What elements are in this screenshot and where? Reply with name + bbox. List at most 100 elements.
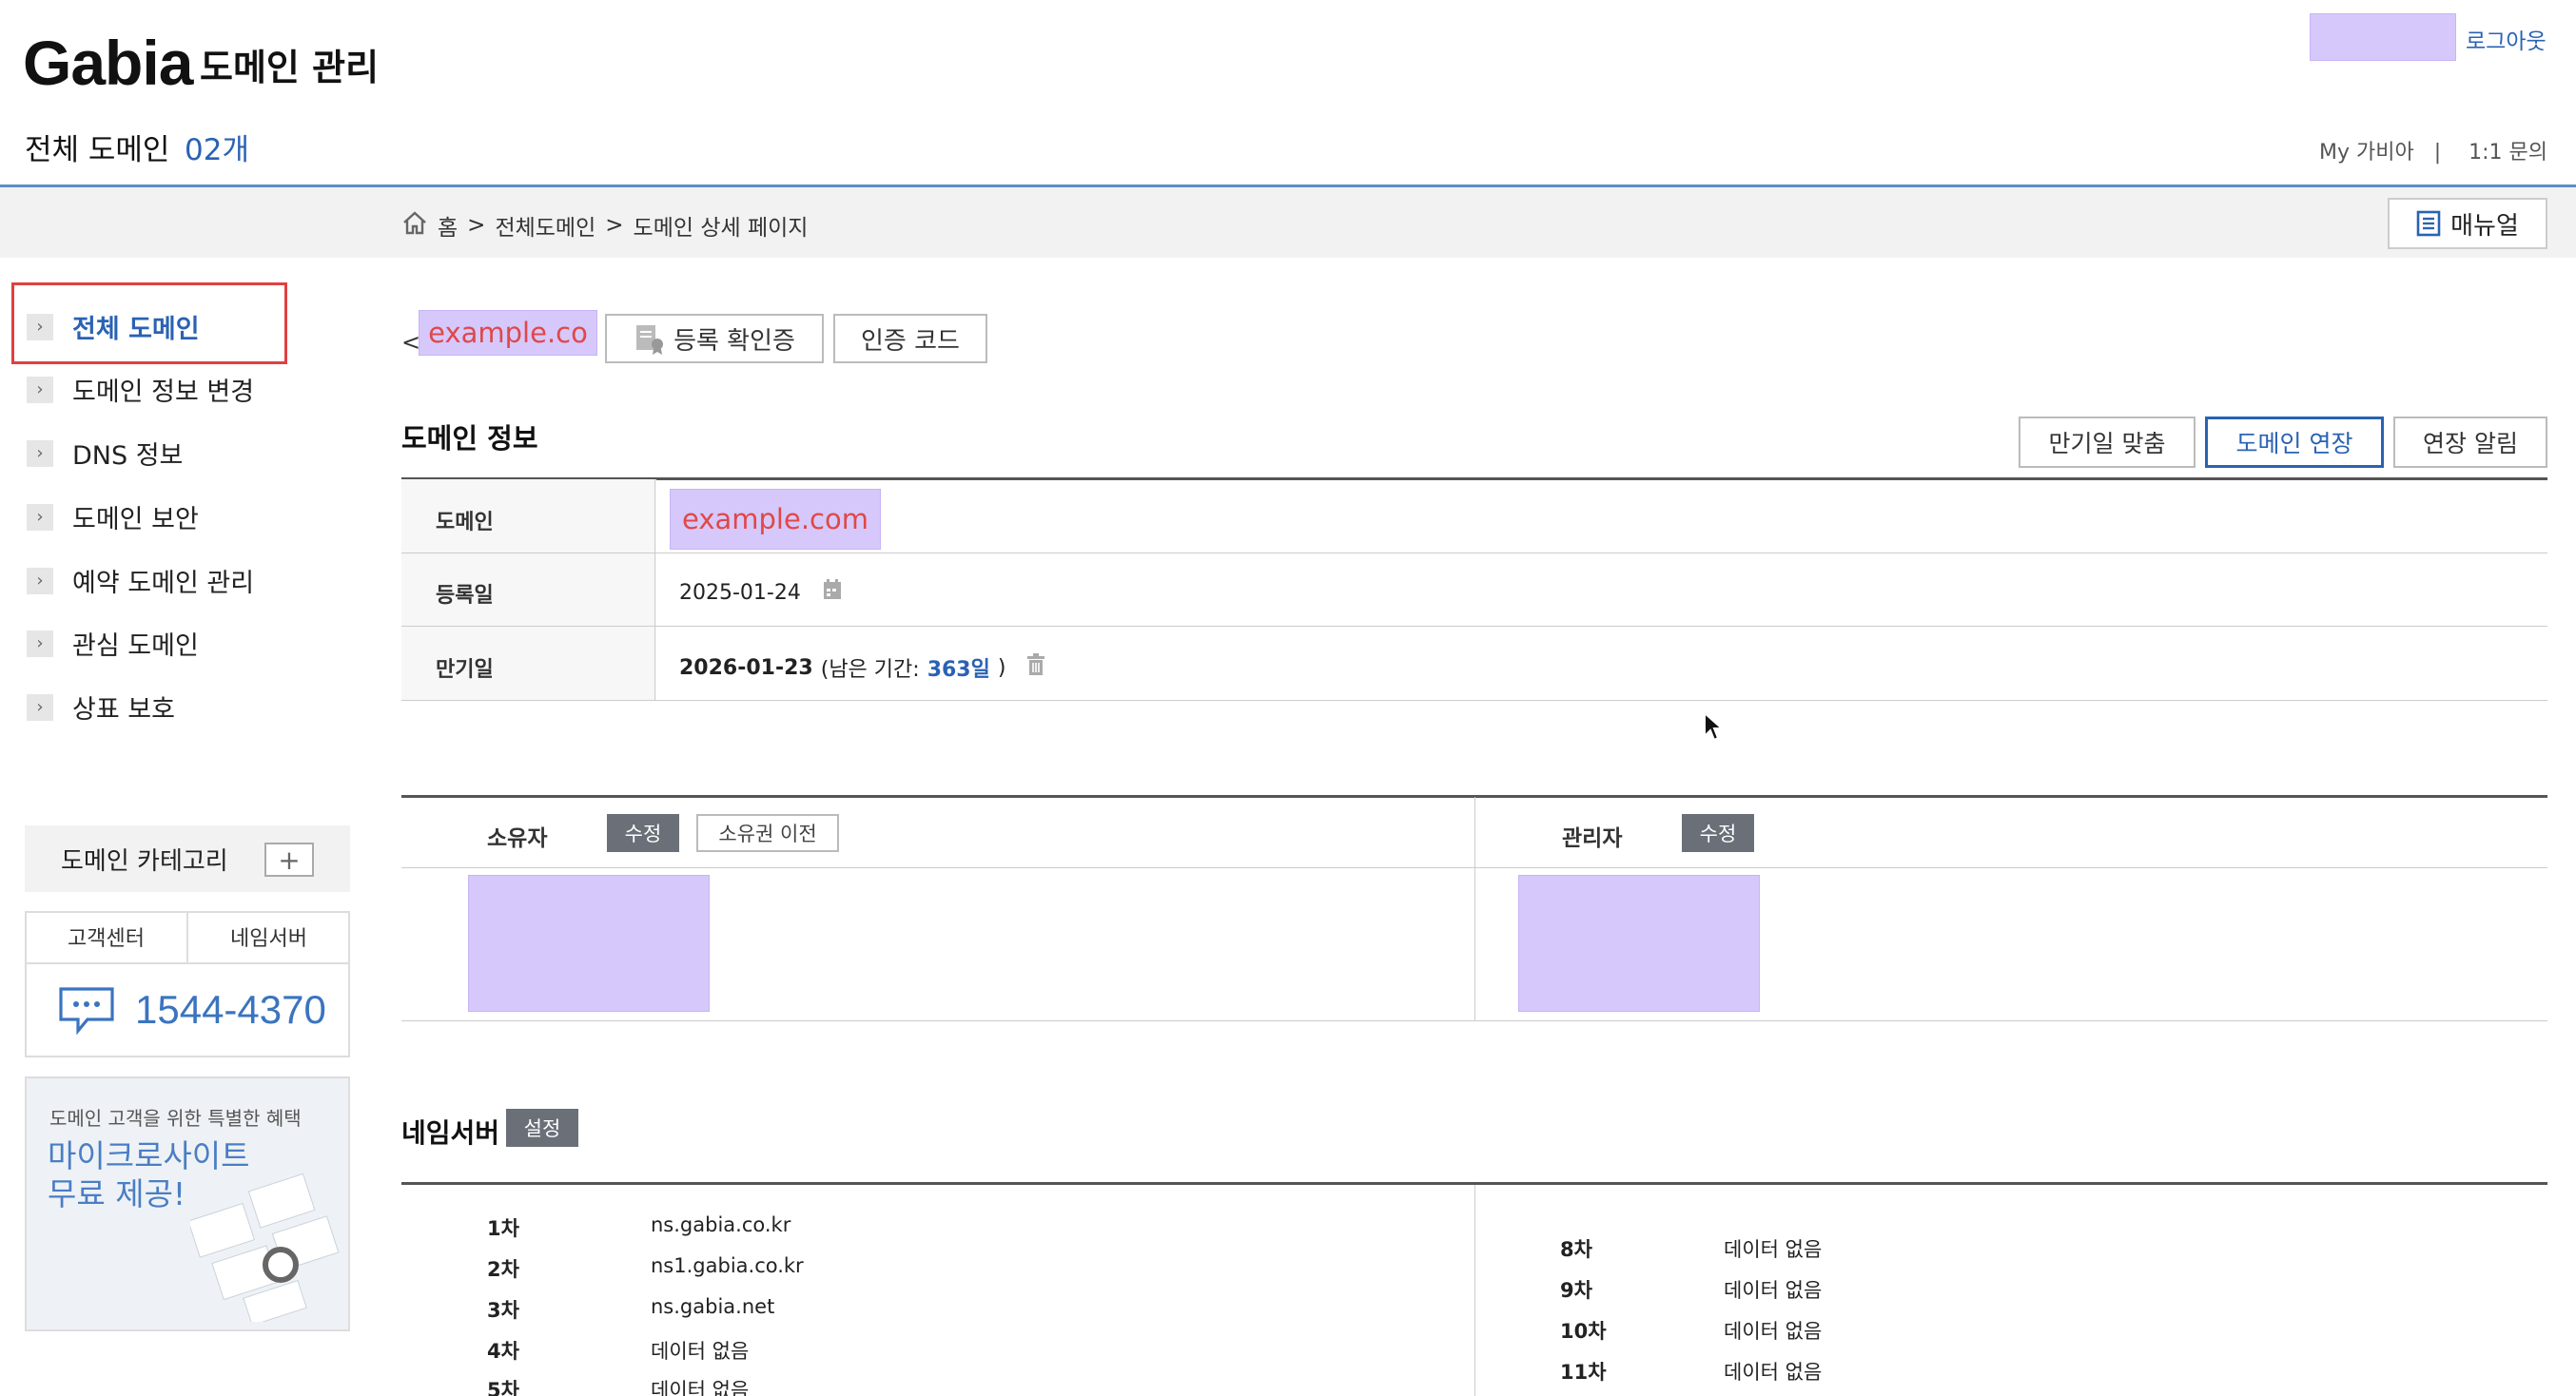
ns-label-5: 5차 <box>487 1379 519 1396</box>
manual-label: 매뉴얼 <box>2450 211 2519 241</box>
ns-label-2: 2차 <box>487 1258 519 1281</box>
my-gabia-link[interactable]: My 가비아 <box>2319 141 2414 165</box>
cs-phone: 1544-4370 <box>57 985 326 1035</box>
auth-code-button[interactable]: 인증 코드 <box>833 314 987 363</box>
chevron-right-icon: › <box>27 567 53 594</box>
expiration-date-label: 만기일 <box>436 658 494 682</box>
ns-label-10: 10차 <box>1560 1320 1607 1343</box>
expiration-date-value: 2026-01-23 <box>679 655 813 680</box>
sidebar-item-label: 상표 보호 <box>72 695 175 725</box>
ns-value-4: 데이터 없음 <box>651 1340 750 1363</box>
sidebar-item-label: 관심 도메인 <box>72 631 199 661</box>
sidebar-item-domain-info-change[interactable]: › 도메인 정보 변경 <box>27 371 254 408</box>
breadcrumb-separator: > <box>467 213 486 238</box>
expiration-date: 2026-01-23 (남은 기간: 363일 ) <box>679 652 1045 683</box>
admin-edit-button[interactable]: 수정 <box>1682 814 1754 852</box>
remaining-prefix: (남은 기간: <box>820 658 920 682</box>
ns-value-5: 데이터 없음 <box>651 1379 750 1396</box>
breadcrumb-separator: > <box>605 213 624 238</box>
ns-value-9: 데이터 없음 <box>1724 1279 1823 1302</box>
top-links: My 가비아 | 1:1 문의 <box>2312 135 2547 165</box>
sidebar-item-watched-domains[interactable]: › 관심 도메인 <box>27 625 199 662</box>
manual-button[interactable]: 매뉴얼 <box>2388 198 2547 249</box>
sidebar-item-label: 전체 도메인 <box>72 315 200 344</box>
row-divider <box>401 700 2547 701</box>
sidebar-item-label: 예약 도메인 관리 <box>72 569 255 598</box>
app-title: 도메인 관리 <box>200 47 380 88</box>
owner-label: 소유자 <box>487 826 548 851</box>
extend-notification-button[interactable]: 연장 알림 <box>2393 417 2547 468</box>
domain-category-label: 도메인 카테고리 <box>61 846 228 876</box>
domain-info-top-rule <box>401 477 2547 480</box>
remaining-suffix: ) <box>997 655 1006 680</box>
chevron-right-icon: › <box>27 376 53 403</box>
breadcrumb-bar <box>0 187 2576 258</box>
user-name-redacted <box>2310 13 2456 61</box>
ns-label-1: 1차 <box>487 1217 519 1240</box>
chevron-right-icon: › <box>27 503 53 531</box>
sidebar-item-reserved-domains[interactable]: › 예약 도메인 관리 <box>27 562 254 599</box>
ns-label-9: 9차 <box>1560 1279 1592 1302</box>
expiry-match-button[interactable]: 만기일 맞춤 <box>2019 417 2195 468</box>
name-server-setting-button[interactable]: 설정 <box>506 1109 578 1147</box>
owner-edit-button[interactable]: 수정 <box>607 814 679 852</box>
breadcrumb-current: 도메인 상세 페이지 <box>633 216 809 241</box>
gabia-logo[interactable]: Gabia <box>23 27 193 99</box>
ns-value-3: ns.gabia.net <box>651 1295 775 1318</box>
ns-value-1: ns.gabia.co.kr <box>651 1213 791 1236</box>
sidebar-item-trademark-protection[interactable]: › 상표 보호 <box>27 688 175 726</box>
sidebar-item-domain-security[interactable]: › 도메인 보안 <box>27 498 199 535</box>
registration-certificate-label: 등록 확인증 <box>673 326 795 356</box>
ns-value-11: 데이터 없음 <box>1724 1361 1823 1384</box>
ns-value-8: 데이터 없음 <box>1724 1238 1823 1261</box>
chat-icon <box>59 987 114 1035</box>
ns-value-2: ns1.gabia.co.kr <box>651 1254 804 1277</box>
registration-date-value: 2025-01-24 <box>679 580 801 605</box>
sidebar-item-label: 도메인 보안 <box>72 505 199 534</box>
sidebar-item-label: DNS 정보 <box>72 441 184 471</box>
cs-phone-number: 1544-4370 <box>135 987 326 1032</box>
add-category-button[interactable]: + <box>264 843 314 877</box>
sidebar-item-dns-info[interactable]: › DNS 정보 <box>27 435 183 472</box>
tab-name-server[interactable]: 네임서버 <box>187 911 350 964</box>
certificate-icon <box>636 325 664 355</box>
trash-icon[interactable] <box>1026 653 1045 682</box>
registration-date-label: 등록일 <box>436 584 494 608</box>
name-server-column-divider <box>1474 1185 1475 1396</box>
calendar-icon[interactable] <box>822 578 843 607</box>
home-icon[interactable] <box>401 210 428 241</box>
remaining-days: 363일 <box>927 658 990 682</box>
sidebar-item-label: 도메인 정보 변경 <box>72 378 255 407</box>
admin-info-redacted <box>1518 875 1760 1012</box>
banner-illustration <box>190 1173 340 1322</box>
breadcrumb-home[interactable]: 홈 <box>438 209 458 242</box>
mouse-cursor-icon <box>1704 711 1724 742</box>
sidebar-item-all-domains[interactable]: › 전체 도메인 <box>27 308 200 345</box>
breadcrumb-all-domains[interactable]: 전체도메인 <box>495 209 595 242</box>
tab-customer-center[interactable]: 고객센터 <box>25 911 187 964</box>
chevron-right-icon: › <box>27 439 53 467</box>
link-separator: | <box>2433 141 2442 165</box>
domain-info-column-divider <box>654 479 655 700</box>
ownership-transfer-button[interactable]: 소유권 이전 <box>696 814 839 852</box>
domain-label: 도메인 <box>436 511 494 534</box>
domain-info-title: 도메인 정보 <box>401 422 538 455</box>
owner-info-redacted <box>468 875 710 1012</box>
contacts-bottom-rule <box>401 1020 2547 1021</box>
ns-label-11: 11차 <box>1560 1361 1607 1384</box>
ns-label-3: 3차 <box>487 1299 519 1322</box>
total-domains-label: 전체 도메인 <box>25 133 170 167</box>
total-domains-count: 02개 <box>185 133 249 167</box>
name-server-title: 네임서버 <box>401 1117 500 1149</box>
registration-certificate-button[interactable]: 등록 확인증 <box>605 314 824 363</box>
banner-subtitle: 도메인 고객을 위한 특별한 혜택 <box>49 1107 302 1130</box>
ns-value-10: 데이터 없음 <box>1724 1320 1823 1343</box>
document-icon <box>2416 210 2441 237</box>
inquiry-link[interactable]: 1:1 문의 <box>2469 141 2547 165</box>
auth-code-label: 인증 코드 <box>861 326 960 356</box>
logout-link[interactable]: 로그아웃 <box>2466 23 2547 55</box>
admin-label: 관리자 <box>1562 826 1623 851</box>
ns-label-8: 8차 <box>1560 1238 1592 1261</box>
domain-extend-button[interactable]: 도메인 연장 <box>2205 417 2384 468</box>
domain-chip[interactable]: example.co <box>419 310 597 356</box>
